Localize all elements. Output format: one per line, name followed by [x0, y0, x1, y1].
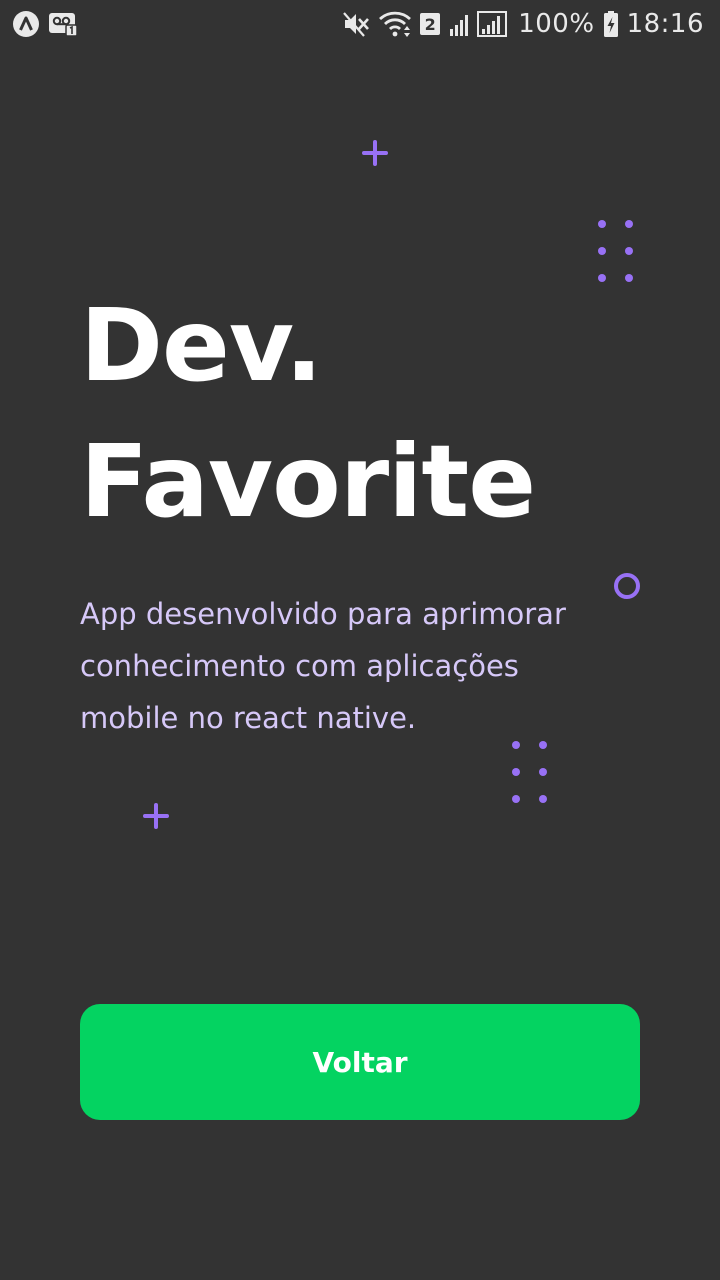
- app-title-line-2: Favorite: [80, 423, 536, 540]
- ring-decoration-icon: [614, 573, 640, 599]
- app-title-line-1: Dev.: [80, 287, 323, 404]
- dots-grid-decoration-icon: [598, 220, 633, 282]
- mute-icon: [342, 10, 370, 38]
- clock: 18:16: [626, 9, 704, 39]
- wifi-icon: [378, 10, 412, 38]
- app-notification-icon: [12, 10, 40, 38]
- plus-decoration-icon: [362, 140, 388, 166]
- battery-charging-icon: [603, 10, 619, 38]
- status-bar-right: 2 100% 18:16: [342, 6, 704, 42]
- voicemail-icon: [48, 11, 78, 37]
- signal-icon: [448, 10, 510, 38]
- app-title: Dev. Favorite: [80, 278, 536, 550]
- plus-decoration-icon: [143, 803, 169, 829]
- battery-percent: 100%: [518, 9, 595, 39]
- status-bar-left: [12, 10, 78, 38]
- dots-grid-decoration-icon: [512, 741, 547, 803]
- back-button[interactable]: Voltar: [80, 1004, 640, 1120]
- app-description: App desenvolvido para aprimorar conhecim…: [80, 597, 566, 735]
- sim-slot-badge: 2: [420, 13, 441, 35]
- status-bar: 2 100% 18:16: [0, 0, 720, 48]
